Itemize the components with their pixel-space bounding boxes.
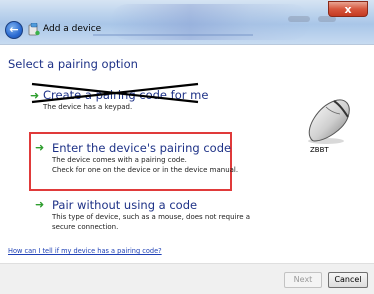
green-arrow-icon: ➜	[35, 141, 45, 154]
option-title: Enter the device's pairing code	[52, 141, 232, 155]
green-arrow-icon: ➜	[35, 198, 45, 211]
cancel-button[interactable]: Cancel	[328, 272, 368, 288]
option-title: Pair without using a code	[52, 198, 198, 212]
back-button[interactable]: ←	[5, 21, 23, 39]
back-arrow-icon: ←	[9, 23, 19, 36]
strike-through-mark	[31, 82, 199, 104]
close-button[interactable]: x	[328, 1, 368, 17]
option-desc: The device comes with a pairing code.	[52, 156, 187, 164]
option-desc: This type of device, such as a mouse, do…	[52, 213, 251, 221]
option-desc: Check for one on the device or in the de…	[52, 166, 239, 174]
add-device-icon	[28, 23, 40, 36]
next-button[interactable]: Next	[284, 272, 322, 288]
title-bar-underline	[93, 34, 253, 36]
add-device-window: x ← Add a device Select a pairing option…	[0, 0, 374, 294]
help-link[interactable]: How can I tell if my device has a pairin…	[8, 247, 162, 255]
title-bar: x ← Add a device	[0, 0, 374, 44]
window-title: Add a device	[43, 24, 102, 34]
option-desc: secure connection.	[52, 223, 119, 231]
page-heading: Select a pairing option	[8, 57, 138, 71]
device-name: ZBBT	[310, 146, 329, 154]
mouse-icon	[308, 99, 350, 144]
title-bar-smudge	[288, 16, 310, 22]
